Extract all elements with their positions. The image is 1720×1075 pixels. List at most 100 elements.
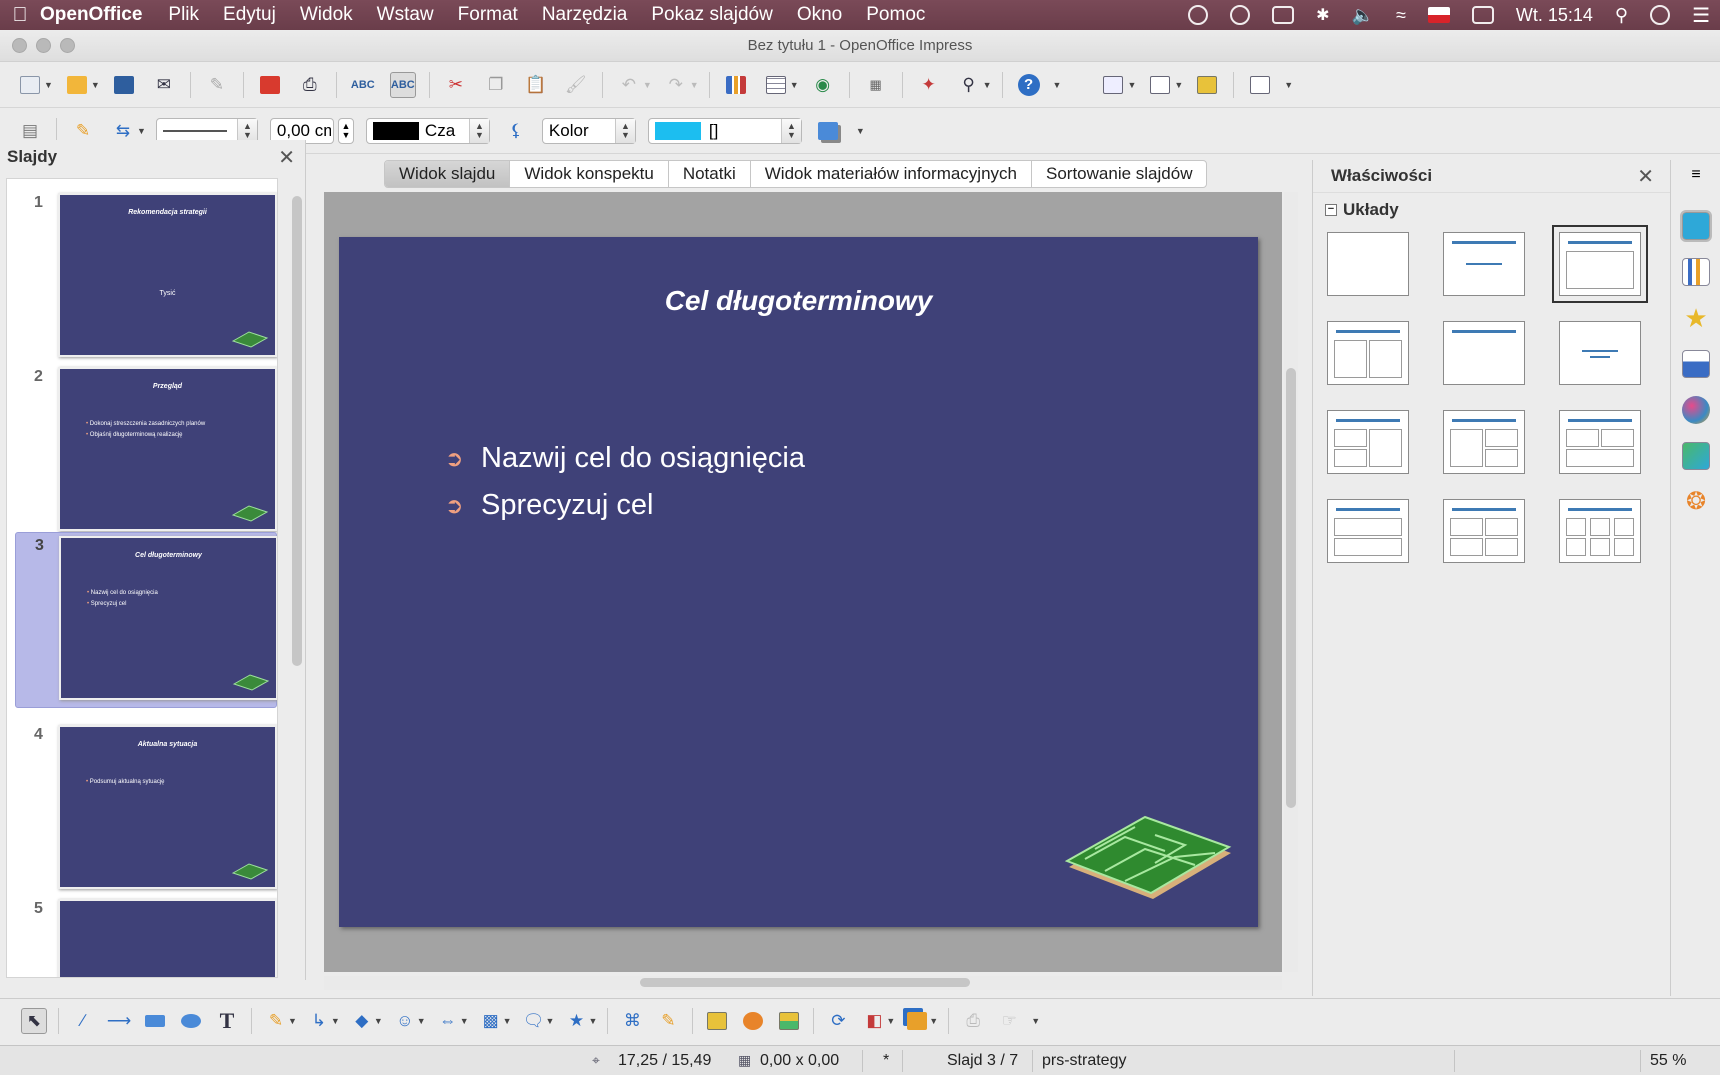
gallery-tool-icon[interactable] — [776, 1008, 802, 1034]
navigator-deck-icon[interactable]: ❂ — [1682, 488, 1710, 516]
area-color-select[interactable]: [] ▲ ▼ — [647, 117, 802, 144]
volume-icon[interactable]: 🔈 — [1352, 5, 1374, 26]
slide-design-icon[interactable] — [1147, 72, 1173, 98]
curve-dropdown-arrow[interactable]: ▼ — [288, 1016, 297, 1026]
apple-icon[interactable]:  — [0, 4, 40, 27]
alignment-dropdown-arrow[interactable]: ▼ — [886, 1016, 895, 1026]
slide-thumbnail-2[interactable]: 2 Przegląd Dokonaj streszczenia zasadnic… — [15, 358, 277, 534]
rotate-icon[interactable]: ⟳ — [825, 1008, 851, 1034]
rectangle-tool-icon[interactable] — [142, 1008, 168, 1034]
stars-dropdown-arrow[interactable]: ▼ — [588, 1016, 597, 1026]
curve-tool-icon[interactable]: ✎ — [263, 1008, 289, 1034]
insert-chart-icon[interactable] — [723, 72, 749, 98]
export-pdf-icon[interactable] — [257, 72, 283, 98]
clone-formatting-icon[interactable]: 🖌 — [563, 72, 589, 98]
new-document-icon[interactable] — [17, 72, 43, 98]
sidebar-menu-icon[interactable]: ≡ — [1682, 166, 1710, 194]
tab-widok-konspektu[interactable]: Widok konspektu — [510, 161, 669, 187]
open-folder-icon[interactable] — [64, 72, 90, 98]
extrusion-icon[interactable]: ⎙ — [960, 1008, 986, 1034]
stars-icon[interactable]: ★ — [563, 1008, 589, 1034]
tab-widok-materialow[interactable]: Widok materiałów informacyjnych — [751, 161, 1032, 187]
area-style-select[interactable]: Kolor ▲ ▼ — [541, 117, 636, 144]
current-slide[interactable]: Cel długoterminowy ➲ Nazwij cel do osiąg… — [339, 237, 1258, 927]
menu-pokaz-slajdow[interactable]: Pokaz slajdów — [651, 4, 772, 26]
keyboard-icon[interactable] — [1272, 6, 1295, 24]
line-tool-icon[interactable]: ∕ — [70, 1008, 96, 1034]
layout-title-4content[interactable] — [1443, 499, 1525, 563]
glue-points-icon[interactable]: ✎ — [655, 1008, 681, 1034]
save-icon[interactable] — [111, 72, 137, 98]
layout-title-content-over-content[interactable] — [1327, 499, 1409, 563]
arrange-icon[interactable] — [904, 1008, 930, 1034]
flowchart-dropdown-arrow[interactable]: ▼ — [503, 1016, 512, 1026]
display-views-icon[interactable]: ◉ — [810, 72, 836, 98]
toolbar-overflow-arrow-2[interactable]: ▼ — [1284, 80, 1293, 90]
layout-blank[interactable] — [1327, 232, 1409, 296]
canvas-horizontal-scrollbar[interactable] — [324, 976, 1282, 990]
spellcheck-icon[interactable]: ABC — [350, 72, 376, 98]
slide-bullet-list[interactable]: ➲ Nazwij cel do osiągnięcia ➲ Sprecyzuj … — [445, 435, 805, 529]
line-color-select[interactable]: Cza ▲ ▼ — [365, 117, 490, 144]
slide-thumbnail-1[interactable]: 1 Rekomendacja strategii Tysić — [15, 184, 277, 360]
redo-icon[interactable]: ↷ — [663, 72, 689, 98]
tab-widok-slajdu[interactable]: Widok slajdu — [385, 161, 511, 187]
bluetooth-icon[interactable]: ✱ — [1316, 5, 1329, 25]
spotlight-search-icon[interactable]: ⚲ — [1615, 5, 1628, 26]
redo-dropdown-arrow[interactable]: ▼ — [690, 80, 699, 90]
slide-layout-icon[interactable] — [1194, 72, 1220, 98]
tab-notatki[interactable]: Notatki — [669, 161, 751, 187]
slides-list[interactable]: 1 Rekomendacja strategii Tysić 2 Przeglą… — [6, 178, 278, 978]
arrow-style-dropdown-arrow[interactable]: ▼ — [137, 126, 146, 136]
zoom-icon[interactable]: ⚲ — [956, 72, 982, 98]
notification-bell-icon[interactable] — [1188, 5, 1209, 25]
select-arrow-icon[interactable]: ⬉ — [21, 1007, 47, 1034]
grid-icon[interactable]: ▦ — [863, 72, 889, 98]
area-color-spinner[interactable]: ▲ ▼ — [780, 118, 801, 143]
slides-scrollbar[interactable] — [292, 196, 302, 666]
points-icon[interactable]: ⌘ — [619, 1008, 645, 1034]
document-modified-indicator[interactable]: * — [883, 1052, 889, 1070]
menu-plik[interactable]: Plik — [168, 4, 199, 26]
fontwork-icon[interactable] — [704, 1008, 730, 1034]
help-icon[interactable]: ? — [1016, 72, 1042, 98]
slide-thumbnail-3[interactable]: 3 Cel długoterminowy Nazwij cel do osiąg… — [15, 532, 277, 708]
block-arrows-dropdown-arrow[interactable]: ▼ — [460, 1016, 469, 1026]
area-style-spinner[interactable]: ▲ ▼ — [614, 118, 635, 143]
block-arrows-icon[interactable]: ⇔ — [435, 1008, 461, 1034]
layouts-section-header[interactable]: − Układy — [1313, 192, 1670, 226]
horizontal-scroll-thumb[interactable] — [640, 978, 970, 987]
callouts-dropdown-arrow[interactable]: ▼ — [546, 1016, 555, 1026]
slide-transition-icon[interactable] — [1682, 350, 1710, 378]
navigator-icon[interactable]: ✦ — [916, 72, 942, 98]
menu-pomoc[interactable]: Pomoc — [866, 4, 925, 26]
layout-title-6content[interactable] — [1559, 499, 1641, 563]
layout-title-2content-over-content[interactable] — [1559, 410, 1641, 474]
close-properties-icon[interactable]: ✕ — [1637, 164, 1654, 189]
interaction-icon[interactable]: ☞ — [996, 1008, 1022, 1034]
layout-title-2content-content[interactable] — [1327, 410, 1409, 474]
menu-format[interactable]: Format — [458, 4, 518, 26]
callouts-icon[interactable]: 🗨 — [521, 1008, 547, 1034]
menu-edytuj[interactable]: Edytuj — [223, 4, 276, 26]
symbol-shapes-icon[interactable]: ☺ — [392, 1008, 418, 1034]
time-machine-icon[interactable] — [1230, 5, 1251, 25]
tab-sortowanie-slajdow[interactable]: Sortowanie slajdów — [1032, 161, 1206, 187]
properties-deck-icon[interactable] — [1680, 210, 1712, 242]
slide-thumbnail-5[interactable]: 5 — [15, 890, 277, 977]
arrange-dropdown-arrow[interactable]: ▼ — [929, 1016, 938, 1026]
line-color-spinner[interactable]: ▲ ▼ — [468, 118, 489, 143]
auto-spellcheck-icon[interactable]: ABC — [389, 71, 416, 98]
styles-icon[interactable] — [1682, 396, 1710, 424]
zoom-dropdown-arrow[interactable]: ▼ — [983, 80, 992, 90]
battery-icon[interactable] — [1471, 6, 1494, 24]
table-dropdown-arrow[interactable]: ▼ — [790, 80, 799, 90]
copy-icon[interactable]: ❐ — [483, 72, 509, 98]
menu-wstaw[interactable]: Wstaw — [377, 4, 434, 26]
menu-narzedzia[interactable]: Narzędzia — [542, 4, 628, 26]
vertical-scroll-thumb[interactable] — [1286, 368, 1296, 808]
new-slide-dropdown-arrow[interactable]: ▼ — [1127, 80, 1136, 90]
slide-canvas[interactable]: Cel długoterminowy ➲ Nazwij cel do osiąg… — [324, 192, 1282, 972]
slideshow-icon[interactable] — [1247, 72, 1273, 98]
gallery-icon[interactable] — [1682, 442, 1710, 470]
